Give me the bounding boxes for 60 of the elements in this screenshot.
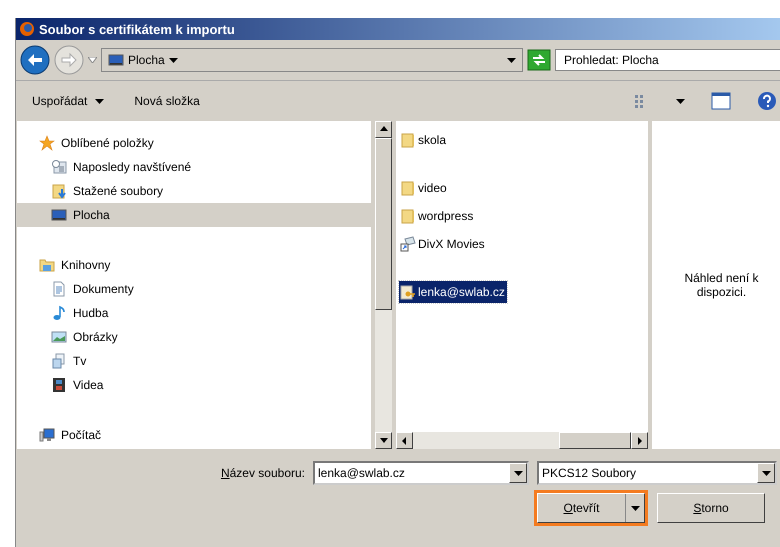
document-icon xyxy=(51,281,67,297)
vertical-scrollbar[interactable] xyxy=(375,121,392,449)
open-button[interactable]: Otevřít xyxy=(537,493,645,523)
search-field[interactable]: Prohledat: Plocha xyxy=(555,49,780,71)
star-icon xyxy=(39,135,55,151)
sidebar-item[interactable]: Dokumenty xyxy=(17,277,371,301)
sidebar-group[interactable]: Knihovny xyxy=(17,253,371,277)
sidebar-item[interactable]: Stažené soubory xyxy=(17,179,371,203)
dropdown-arrow-icon xyxy=(507,58,516,62)
sidebar-item[interactable]: Plocha xyxy=(17,203,371,227)
file-item[interactable]: wordpress xyxy=(399,205,476,227)
sidebar-item[interactable]: Hudba xyxy=(17,301,371,325)
music-note-icon xyxy=(51,305,67,321)
history-dropdown-icon[interactable] xyxy=(88,57,97,63)
sidebar-item[interactable]: Naposledy navštívené xyxy=(17,155,371,179)
preview-pane-icon[interactable] xyxy=(711,92,731,110)
breadcrumb-arrow-icon xyxy=(168,58,178,62)
caret-icon xyxy=(676,98,685,104)
scroll-arrow-icon[interactable] xyxy=(378,436,388,446)
film-strip-icon xyxy=(51,377,67,393)
preview-message: Náhled není k dispozici. xyxy=(683,271,760,299)
shortcut-icon xyxy=(400,236,416,252)
tv-document-icon xyxy=(51,353,67,369)
cancel-button[interactable]: Storno xyxy=(657,493,765,523)
filename-field[interactable]: lenka@swlab.cz xyxy=(313,461,529,485)
file-item[interactable]: video xyxy=(399,177,449,199)
dropdown-arrow-icon xyxy=(762,470,770,476)
file-item[interactable]: lenka@swlab.cz xyxy=(399,281,507,303)
sidebar-item[interactable]: Tv xyxy=(17,349,371,373)
caret-icon xyxy=(630,506,640,510)
file-item[interactable]: skola xyxy=(399,129,448,151)
sidebar-item[interactable]: Obrázky xyxy=(17,325,371,349)
file-item[interactable]: DivX Movies xyxy=(399,233,487,255)
organize-button[interactable]: Uspořádat xyxy=(30,92,106,110)
download-folder-icon xyxy=(51,183,67,199)
browser-logo-icon xyxy=(19,21,35,37)
sidebar-item[interactable]: Videa xyxy=(17,373,371,397)
file-type-dropdown[interactable]: PKCS12 Soubory xyxy=(537,461,777,485)
library-folder-icon xyxy=(39,257,55,273)
certificate-key-icon xyxy=(400,284,416,300)
help-icon[interactable] xyxy=(757,91,777,111)
sidebar-group[interactable]: Počítač xyxy=(17,423,371,447)
horizontal-scrollbar[interactable] xyxy=(396,432,648,449)
refresh-button[interactable] xyxy=(527,49,551,71)
landscape-picture-icon xyxy=(51,329,67,345)
computer-icon xyxy=(39,427,55,443)
filename-label: Název souboru: xyxy=(220,466,305,480)
folder-icon xyxy=(400,132,416,148)
back-button[interactable] xyxy=(20,45,50,75)
sidebar-group[interactable]: Oblíbené položky xyxy=(17,131,371,155)
caret-icon xyxy=(95,98,104,104)
desktop-icon xyxy=(51,207,67,223)
new-folder-button[interactable]: Nová složka xyxy=(132,92,202,110)
address-field[interactable]: Plocha xyxy=(101,48,523,72)
folder-icon xyxy=(400,208,416,224)
folder-icon xyxy=(400,180,416,196)
desktop-icon xyxy=(108,52,124,68)
dropdown-arrow-icon xyxy=(514,470,522,476)
window-title: Soubor s certifikátem k importu xyxy=(39,22,235,36)
clock-list-icon xyxy=(51,159,67,175)
